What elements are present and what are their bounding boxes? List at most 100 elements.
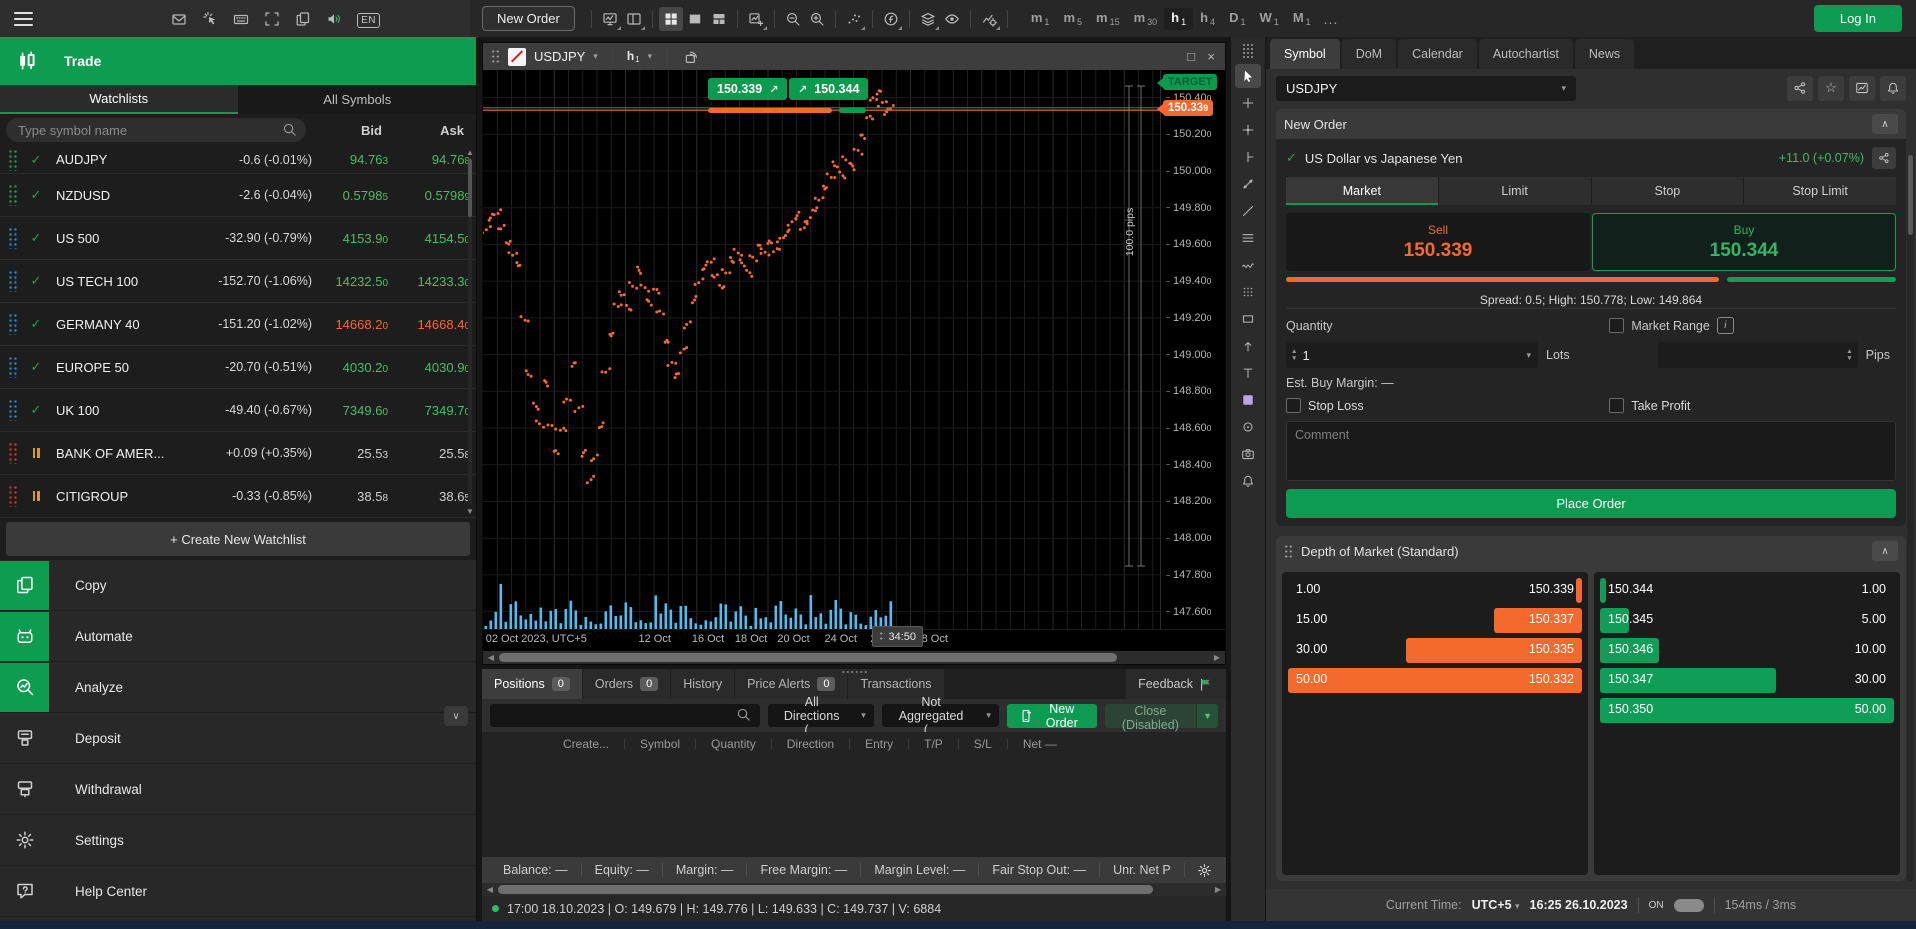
main-menu-icon[interactable] <box>0 11 46 27</box>
screenshot-tool-icon[interactable] <box>1235 442 1261 466</box>
bid-price[interactable]: 25.53 <box>312 446 394 461</box>
order-type-market[interactable]: Market <box>1286 177 1438 205</box>
take-profit-checkbox[interactable] <box>1609 398 1624 413</box>
scroll-right-icon[interactable]: ▶ <box>1211 653 1223 662</box>
dom-ask-row[interactable]: 150.34730.00 <box>1600 668 1894 693</box>
drag-handle-icon[interactable] <box>8 149 18 171</box>
timeframe-W1[interactable]: W1 <box>1253 8 1286 30</box>
watchlist-row-europe-50[interactable]: ✓EUROPE 50-20.70 (-0.51%)4030.204030.90 <box>0 346 476 389</box>
symbol-select-dropdown[interactable]: USDJPY▾ <box>1276 76 1576 101</box>
tab-positions[interactable]: Positions 0 <box>482 669 582 699</box>
crosshair-tool-icon[interactable] <box>1235 91 1261 115</box>
timeframe-D1[interactable]: D1 <box>1222 8 1252 30</box>
tab-orders[interactable]: Orders 0 <box>583 669 670 699</box>
sell-price-badge[interactable]: 150.339↗ <box>708 78 787 100</box>
scrollbar-thumb[interactable] <box>498 885 1153 894</box>
ellipse-tool-icon[interactable] <box>1235 415 1261 439</box>
timezone-selector[interactable]: UTC+5 ▾ <box>1472 898 1520 912</box>
watchlist-row-us-500[interactable]: ✓US 500-32.90 (-0.79%)4153.904154.50 <box>0 217 476 260</box>
scroll-left-icon[interactable]: ◀ <box>485 653 497 662</box>
drag-handle-icon[interactable] <box>1284 544 1293 559</box>
ask-price[interactable]: 0.57989 <box>394 188 476 203</box>
fibonacci-icon[interactable] <box>879 7 903 31</box>
cursor-click-icon[interactable] <box>198 7 222 31</box>
dom-ask-row[interactable]: 150.3455.00 <box>1600 608 1894 633</box>
sidebar-item-settings[interactable]: Settings <box>0 815 476 866</box>
chart-symbol-label[interactable]: USDJPY <box>534 49 585 64</box>
ask-price[interactable]: 7349.70 <box>394 403 476 418</box>
stepper-arrows-icon[interactable]: ▲▼ <box>1841 348 1857 362</box>
maximize-chart-icon[interactable]: □ <box>1185 47 1197 66</box>
new-order-button[interactable]: New Order <box>1007 704 1097 728</box>
visibility-icon[interactable] <box>940 7 964 31</box>
stepper-arrows-icon[interactable]: ▲▼ <box>1286 348 1302 362</box>
zoom-out-icon[interactable] <box>781 7 805 31</box>
chart-drag-handle-icon[interactable] <box>491 49 500 64</box>
drag-handle-icon[interactable] <box>8 442 18 464</box>
zoom-in-icon[interactable] <box>805 7 829 31</box>
alert-bell-icon[interactable] <box>1880 76 1906 101</box>
order-type-stop-limit[interactable]: Stop Limit <box>1744 177 1896 205</box>
tab-history[interactable]: History <box>671 669 734 699</box>
tab-symbol[interactable]: Symbol <box>1270 39 1340 69</box>
order-type-stop[interactable]: Stop <box>1592 177 1744 205</box>
info-icon[interactable]: i <box>1717 317 1734 334</box>
ask-price[interactable]: 14668.40 <box>394 317 476 332</box>
timeframe-m15[interactable]: m15 <box>1089 8 1127 30</box>
tab-calendar[interactable]: Calendar <box>1398 39 1477 69</box>
dom-bid-row[interactable]: 15.00150.337 <box>1288 608 1582 633</box>
tab-watchlists[interactable]: Watchlists <box>0 85 238 114</box>
bid-price[interactable]: 4153.90 <box>312 231 394 246</box>
bid-price[interactable]: 4030.20 <box>312 360 394 375</box>
timeframe-more-button[interactable]: ... <box>1318 10 1345 28</box>
drag-handle-icon[interactable] <box>1242 43 1254 59</box>
grid-2x2-view-icon[interactable] <box>659 7 683 31</box>
ask-price[interactable]: 38.65 <box>394 489 476 504</box>
ask-price[interactable]: 4030.90 <box>394 360 476 375</box>
arrow-tool-icon[interactable] <box>1235 334 1261 358</box>
time-axis[interactable]: 34:50 02 Oct 2023, UTC+512 Oct16 Oct18 O… <box>483 629 1225 651</box>
chart-type-icon[interactable] <box>508 48 526 66</box>
watchlist-row-uk-100[interactable]: ✓UK 100-49.40 (-0.67%)7349.607349.70 <box>0 389 476 432</box>
sidebar-item-automate[interactable]: Automate <box>0 611 476 662</box>
price-axis[interactable]: TARGET 150.339 150.400150.200150.000149.… <box>1160 70 1225 629</box>
ask-price[interactable]: 14233.30 <box>394 274 476 289</box>
bid-price[interactable]: 94.763 <box>312 152 394 167</box>
watchlist-row-bank-of-amer-[interactable]: BANK OF AMER...+0.09 (+0.35%)25.5325.58 <box>0 432 476 475</box>
quantity-stepper[interactable]: ▲▼ 1 ▾ <box>1286 342 1538 368</box>
chart-plot[interactable]: 150.339↗ ↗150.344 100.0 pips <box>483 70 1160 629</box>
wave-tool-icon[interactable] <box>1235 253 1261 277</box>
dom-bid-row[interactable]: 50.00150.332 <box>1288 668 1582 693</box>
buy-button[interactable]: Buy 150.344 <box>1592 213 1896 271</box>
chart-display-icon[interactable] <box>598 7 622 31</box>
settings-gear-icon[interactable] <box>1191 862 1218 879</box>
timeframe-m5[interactable]: m5 <box>1056 8 1089 30</box>
dom-ask-row[interactable]: 150.3441.00 <box>1600 578 1894 603</box>
favorite-star-icon[interactable]: ☆ <box>1818 76 1844 101</box>
tab-all-symbols[interactable]: All Symbols <box>239 85 477 114</box>
place-order-button[interactable]: Place Order <box>1286 489 1896 518</box>
keyboard-icon[interactable] <box>229 7 253 31</box>
watchlist-row-audjpy[interactable]: ✓AUDJPY-0.6 (-0.01%)94.76394.768 <box>0 146 476 174</box>
bid-price[interactable]: 38.58 <box>312 489 394 504</box>
sidebar-item-deposit[interactable]: Deposit <box>0 713 476 764</box>
timeframe-m1[interactable]: m1 <box>1024 8 1057 30</box>
tab-autochartist[interactable]: Autochartist <box>1479 39 1573 69</box>
layers-icon[interactable] <box>916 7 940 31</box>
mail-icon[interactable] <box>167 7 191 31</box>
order-type-limit[interactable]: Limit <box>1439 177 1591 205</box>
market-range-checkbox[interactable] <box>1609 318 1624 333</box>
watchlist-row-nzdusd[interactable]: ✓NZDUSD-2.6 (-0.04%)0.579850.57989 <box>0 174 476 217</box>
stop-loss-checkbox[interactable] <box>1286 398 1301 413</box>
scroll-right-icon[interactable]: ▶ <box>1212 885 1224 894</box>
bid-price[interactable]: 14668.20 <box>312 317 394 332</box>
bar-countdown-tooltip[interactable]: 34:50 <box>872 626 924 647</box>
close-options-dropdown[interactable]: ▼ <box>1196 704 1218 728</box>
sound-icon[interactable] <box>322 7 346 31</box>
aggregation-filter-dropdown[interactable]: Not Aggregated (...▾ <box>882 704 999 727</box>
alerts-tool-icon[interactable] <box>1235 469 1261 493</box>
sidebar-item-help-center[interactable]: Help Center <box>0 866 476 917</box>
drag-handle-icon[interactable] <box>8 399 18 421</box>
timeframe-h4[interactable]: h4 <box>1193 8 1222 30</box>
symbol-search-input[interactable] <box>6 118 306 142</box>
